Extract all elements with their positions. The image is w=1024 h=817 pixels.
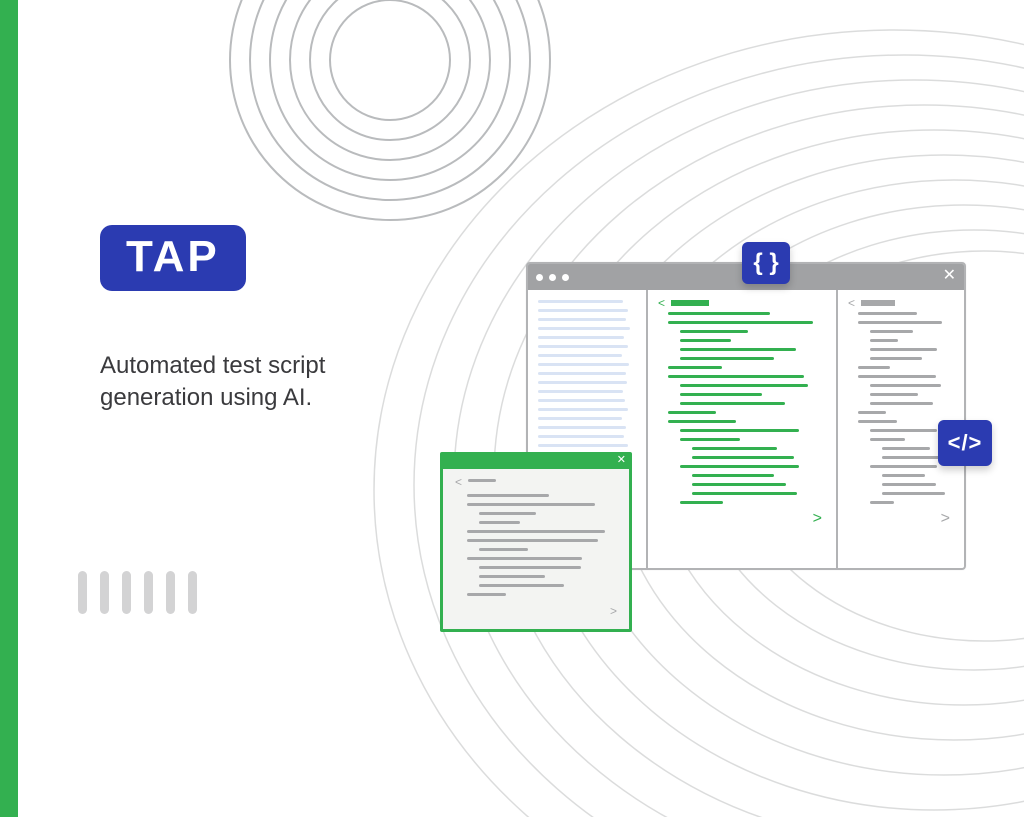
traffic-light-dot [549, 274, 556, 281]
traffic-light-dot [562, 274, 569, 281]
braces-glyph: { } [753, 249, 778, 277]
window-titlebar-small: ✕ [443, 455, 629, 469]
badge-label: TAP [126, 232, 220, 281]
traffic-light-dot [536, 274, 543, 281]
accent-sidebar [0, 0, 18, 817]
close-icon: ✕ [943, 268, 956, 284]
illustration-group: ✕ [440, 262, 1000, 642]
braces-icon: { } [742, 242, 790, 284]
editor-window-small: ✕ < > [440, 452, 632, 632]
product-description: Automated test script generation using A… [100, 350, 440, 415]
product-badge: TAP [100, 225, 246, 291]
close-icon: ✕ [617, 455, 626, 466]
decorative-dashes [78, 571, 197, 614]
code-tag-icon: </> [938, 420, 992, 466]
code-tag-glyph: </> [948, 430, 983, 456]
editor-pane-code-green: < [648, 290, 838, 568]
